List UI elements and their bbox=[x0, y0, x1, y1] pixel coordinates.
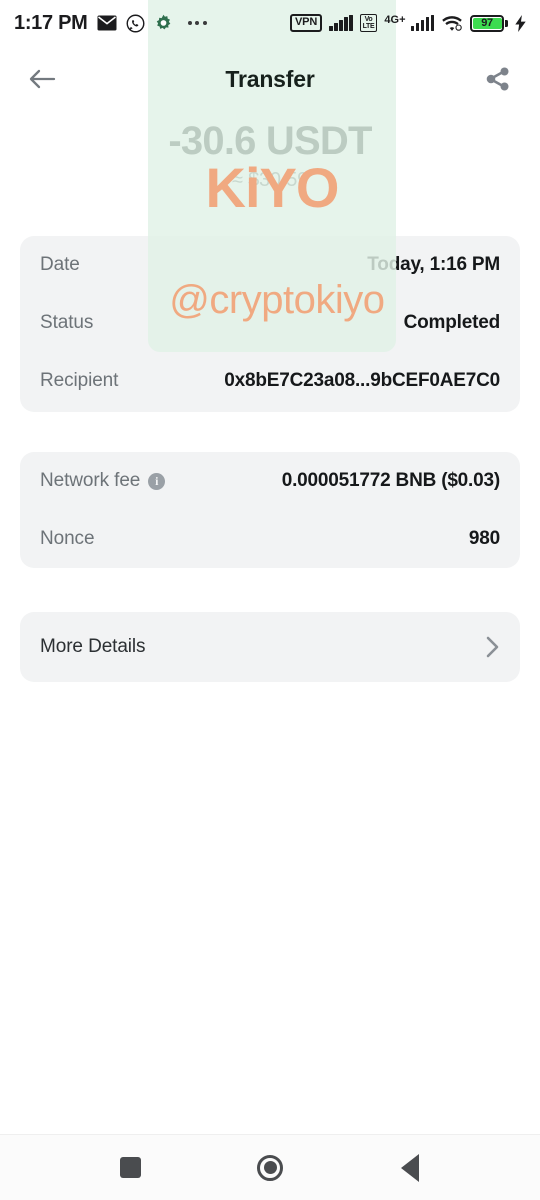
signal-bars-2-icon bbox=[410, 15, 434, 31]
app-header: Transfer bbox=[0, 50, 540, 108]
transaction-details-card: Date Today, 1:16 PM Status Completed Rec… bbox=[20, 236, 520, 412]
share-icon bbox=[486, 67, 509, 91]
table-row: Date Today, 1:16 PM bbox=[40, 236, 500, 294]
chevron-right-icon bbox=[486, 636, 499, 658]
row-value-nonce: 980 bbox=[468, 528, 500, 549]
wifi-icon bbox=[441, 15, 463, 32]
square-recents-icon bbox=[119, 1157, 141, 1178]
table-row: Nonce 980 bbox=[40, 510, 500, 568]
status-bar-right: VPN Vo LTE 4G+ 97 bbox=[290, 14, 526, 32]
triangle-back-icon bbox=[401, 1153, 419, 1182]
network-fee-card: Network fee i 0.000051772 BNB ($0.03) No… bbox=[20, 452, 520, 568]
info-icon[interactable]: i bbox=[148, 472, 166, 490]
more-details-row[interactable]: More Details bbox=[40, 612, 500, 682]
row-label-status: Status bbox=[40, 312, 94, 333]
back-nav-button[interactable] bbox=[382, 1140, 438, 1196]
volte-icon: Vo LTE bbox=[359, 14, 378, 32]
amount-primary: -30.6 USDT bbox=[168, 119, 372, 163]
overflow-dots-icon bbox=[187, 21, 207, 25]
battery-icon: 97 bbox=[470, 14, 508, 32]
more-details-label: More Details bbox=[40, 636, 146, 657]
whatsapp-icon bbox=[126, 14, 145, 33]
table-row: Network fee i 0.000051772 BNB ($0.03) bbox=[40, 452, 500, 510]
amount-secondary: ≈ $30.59 bbox=[231, 169, 309, 191]
volte-line-2: LTE bbox=[362, 23, 375, 30]
status-badge: Completed bbox=[403, 312, 501, 333]
mail-icon bbox=[97, 15, 117, 31]
circle-home-icon bbox=[257, 1154, 283, 1181]
back-button[interactable] bbox=[22, 59, 62, 99]
volte-line-1: Vo bbox=[364, 16, 373, 23]
status-bar: 1:17 PM VPN Vo LTE 4G+ 97 bbox=[0, 0, 540, 46]
battery-percent-label: 97 bbox=[481, 17, 493, 29]
row-label-network-fee: Network fee i bbox=[40, 470, 166, 492]
recents-button[interactable] bbox=[102, 1140, 158, 1196]
row-label-nonce: Nonce bbox=[40, 528, 95, 549]
amount-section: -30.6 USDT ≈ $30.59 bbox=[0, 118, 540, 192]
status-bar-clock: 1:17 PM bbox=[14, 11, 88, 34]
row-value-date: Today, 1:16 PM bbox=[367, 254, 500, 275]
android-nav-bar bbox=[0, 1134, 540, 1200]
phone-screen: 1:17 PM VPN Vo LTE 4G+ 97 Transfer -30.6… bbox=[0, 0, 540, 1200]
home-button[interactable] bbox=[242, 1140, 298, 1196]
charging-bolt-icon bbox=[515, 14, 526, 32]
vpn-icon: VPN bbox=[290, 14, 323, 32]
table-row: Recipient 0x8bE7C23a08...9bCEF0AE7C0 bbox=[40, 352, 500, 410]
row-value-recipient[interactable]: 0x8bE7C23a08...9bCEF0AE7C0 bbox=[224, 370, 500, 392]
signal-bars-1-icon bbox=[329, 15, 353, 31]
share-button[interactable] bbox=[478, 59, 518, 99]
table-row: Status Completed bbox=[40, 294, 500, 352]
page-title: Transfer bbox=[225, 65, 315, 92]
arrow-left-icon bbox=[29, 69, 56, 89]
row-value-network-fee: 0.000051772 BNB ($0.03) bbox=[281, 470, 500, 491]
network-type-label: 4G+ bbox=[384, 14, 406, 26]
status-bar-left: 1:17 PM bbox=[14, 12, 207, 35]
row-label-recipient: Recipient bbox=[40, 370, 119, 391]
row-label-network-fee-text: Network fee bbox=[40, 470, 141, 491]
gear-icon bbox=[154, 14, 173, 33]
more-details-button[interactable]: More Details bbox=[20, 612, 520, 682]
row-label-date: Date bbox=[40, 254, 80, 275]
